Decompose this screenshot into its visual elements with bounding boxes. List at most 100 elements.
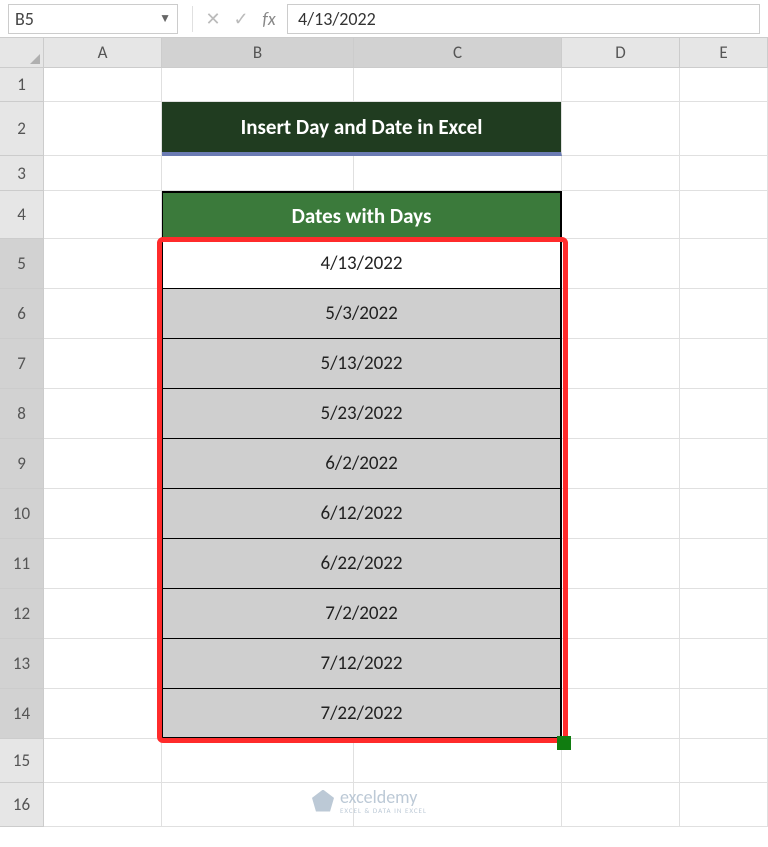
cell[interactable] bbox=[680, 156, 768, 191]
row-header-14[interactable]: 14 bbox=[0, 689, 44, 739]
formula-text: 4/13/2022 bbox=[298, 8, 376, 30]
data-cell[interactable]: 7/12/2022 bbox=[162, 639, 562, 689]
cell[interactable] bbox=[162, 156, 354, 191]
cell[interactable] bbox=[562, 783, 680, 827]
row-header-15[interactable]: 15 bbox=[0, 739, 44, 783]
cell[interactable] bbox=[680, 102, 768, 156]
cell[interactable] bbox=[562, 589, 680, 639]
cell[interactable] bbox=[680, 289, 768, 339]
cell[interactable] bbox=[562, 156, 680, 191]
confirm-icon[interactable]: ✓ bbox=[227, 5, 255, 33]
cell[interactable] bbox=[562, 289, 680, 339]
cell[interactable] bbox=[562, 239, 680, 289]
cell[interactable] bbox=[562, 689, 680, 739]
data-cell[interactable]: 7/2/2022 bbox=[162, 589, 562, 639]
cell[interactable] bbox=[162, 68, 354, 102]
row-header-3[interactable]: 3 bbox=[0, 156, 44, 191]
data-cell[interactable]: 5/3/2022 bbox=[162, 289, 562, 339]
formula-input[interactable]: 4/13/2022 bbox=[287, 4, 760, 34]
column-headers: A B C D E bbox=[44, 38, 768, 68]
name-box[interactable]: B5 ▼ bbox=[8, 4, 178, 34]
cell[interactable] bbox=[44, 739, 162, 783]
cell[interactable] bbox=[562, 389, 680, 439]
cell[interactable] bbox=[562, 102, 680, 156]
cell[interactable] bbox=[562, 639, 680, 689]
cell[interactable] bbox=[562, 339, 680, 389]
cell[interactable] bbox=[354, 783, 562, 827]
data-cell[interactable]: 6/22/2022 bbox=[162, 539, 562, 589]
cell[interactable] bbox=[44, 289, 162, 339]
cell[interactable] bbox=[680, 489, 768, 539]
fill-handle[interactable] bbox=[557, 736, 571, 750]
cell[interactable] bbox=[680, 739, 768, 783]
table-header-cell[interactable]: Dates with Days bbox=[162, 191, 562, 239]
row-header-9[interactable]: 9 bbox=[0, 439, 44, 489]
cell[interactable] bbox=[680, 339, 768, 389]
data-cell[interactable]: 6/2/2022 bbox=[162, 439, 562, 489]
cell[interactable] bbox=[44, 389, 162, 439]
cell[interactable] bbox=[44, 239, 162, 289]
chevron-down-icon[interactable]: ▼ bbox=[159, 11, 171, 26]
col-header-B[interactable]: B bbox=[162, 38, 354, 68]
row-header-2[interactable]: 2 bbox=[0, 102, 44, 156]
col-header-E[interactable]: E bbox=[680, 38, 768, 68]
spreadsheet-grid: A B C D E 1 2 Insert Day and Date in Exce… bbox=[0, 38, 768, 827]
col-header-D[interactable]: D bbox=[562, 38, 680, 68]
cell[interactable] bbox=[44, 689, 162, 739]
cell[interactable] bbox=[562, 439, 680, 489]
cell[interactable] bbox=[44, 539, 162, 589]
row-header-12[interactable]: 12 bbox=[0, 589, 44, 639]
cell[interactable] bbox=[44, 489, 162, 539]
cell[interactable] bbox=[680, 439, 768, 489]
select-all-corner[interactable] bbox=[0, 38, 44, 68]
cell[interactable] bbox=[680, 239, 768, 289]
row-header-13[interactable]: 13 bbox=[0, 639, 44, 689]
cell[interactable] bbox=[680, 539, 768, 589]
row-header-8[interactable]: 8 bbox=[0, 389, 44, 439]
col-header-C[interactable]: C bbox=[354, 38, 562, 68]
cell[interactable] bbox=[162, 783, 354, 827]
cell[interactable] bbox=[44, 191, 162, 239]
cell[interactable] bbox=[44, 68, 162, 102]
cell[interactable] bbox=[562, 191, 680, 239]
row-header-7[interactable]: 7 bbox=[0, 339, 44, 389]
cell[interactable] bbox=[354, 156, 562, 191]
cell[interactable] bbox=[162, 739, 354, 783]
cell[interactable] bbox=[562, 539, 680, 589]
cancel-icon[interactable]: ✕ bbox=[199, 5, 227, 33]
row-header-6[interactable]: 6 bbox=[0, 289, 44, 339]
data-cell[interactable]: 7/22/2022 bbox=[162, 689, 562, 739]
cell[interactable] bbox=[562, 489, 680, 539]
row-header-16[interactable]: 16 bbox=[0, 783, 44, 827]
cell[interactable] bbox=[44, 783, 162, 827]
cell[interactable] bbox=[680, 783, 768, 827]
fx-icon[interactable]: fx bbox=[255, 5, 283, 33]
cell[interactable] bbox=[44, 102, 162, 156]
col-header-A[interactable]: A bbox=[44, 38, 162, 68]
row-header-10[interactable]: 10 bbox=[0, 489, 44, 539]
row-header-5[interactable]: 5 bbox=[0, 239, 44, 289]
row-header-4[interactable]: 4 bbox=[0, 191, 44, 239]
cell[interactable] bbox=[44, 439, 162, 489]
cell[interactable] bbox=[680, 589, 768, 639]
cell[interactable] bbox=[680, 191, 768, 239]
cell[interactable] bbox=[680, 689, 768, 739]
data-cell[interactable]: 5/23/2022 bbox=[162, 389, 562, 439]
cell[interactable] bbox=[44, 589, 162, 639]
cell[interactable] bbox=[44, 339, 162, 389]
row-header-1[interactable]: 1 bbox=[0, 68, 44, 102]
cell[interactable] bbox=[44, 639, 162, 689]
cell[interactable] bbox=[562, 68, 680, 102]
cell[interactable] bbox=[680, 389, 768, 439]
cell[interactable] bbox=[680, 68, 768, 102]
data-cell[interactable]: 4/13/2022 bbox=[162, 239, 562, 289]
data-cell[interactable]: 5/13/2022 bbox=[162, 339, 562, 389]
cell[interactable] bbox=[44, 156, 162, 191]
cell[interactable] bbox=[680, 639, 768, 689]
data-cell[interactable]: 6/12/2022 bbox=[162, 489, 562, 539]
title-cell[interactable]: Insert Day and Date in Excel bbox=[162, 102, 562, 156]
cell[interactable] bbox=[562, 739, 680, 783]
cell[interactable] bbox=[354, 68, 562, 102]
row-header-11[interactable]: 11 bbox=[0, 539, 44, 589]
cell[interactable] bbox=[354, 739, 562, 783]
